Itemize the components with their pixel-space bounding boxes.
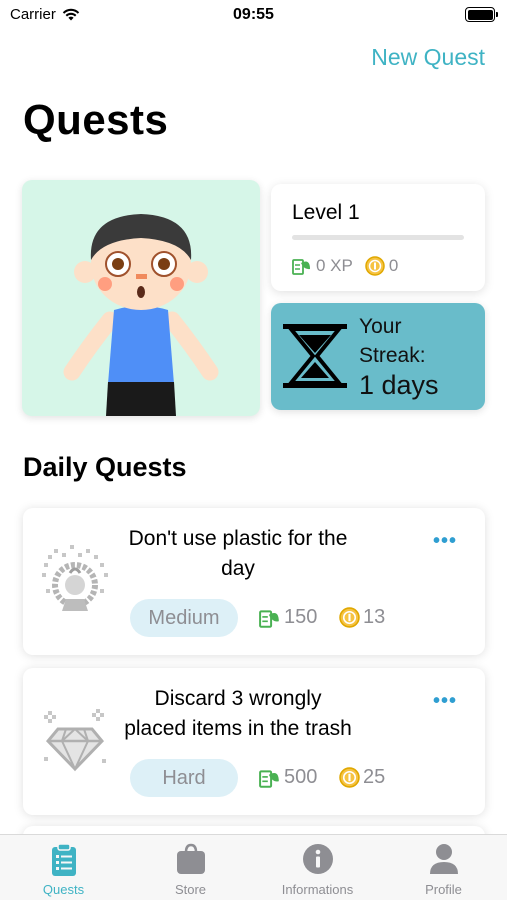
- streak-value: 1 days: [359, 370, 439, 400]
- more-options-icon[interactable]: •••: [433, 530, 457, 553]
- quest-coin-reward: 25: [339, 766, 385, 789]
- diamond-icon: [44, 709, 106, 772]
- streak-card[interactable]: Your Streak: 1 days: [271, 303, 485, 410]
- tab-informations[interactable]: Informations: [254, 835, 381, 900]
- coin-icon: [339, 767, 360, 788]
- avatar-card[interactable]: [22, 180, 260, 416]
- coin-value: 0: [388, 256, 399, 275]
- xp-value: 0 XP: [316, 256, 353, 275]
- streak-label: Your Streak:: [359, 312, 426, 370]
- more-options-icon[interactable]: •••: [433, 690, 457, 713]
- difficulty-badge: Hard: [130, 759, 238, 797]
- clipboard-icon: [51, 843, 76, 876]
- quest-title: Discard 3 wrongly placed items in the tr…: [124, 687, 352, 740]
- info-icon: [302, 844, 333, 874]
- difficulty-badge: Medium: [130, 599, 238, 637]
- level-stats: 0 XP 0: [292, 256, 398, 276]
- plastic-fire-icon: [42, 545, 108, 611]
- coin-icon: [339, 607, 360, 628]
- level-title: Level 1: [292, 201, 360, 224]
- quest-xp-reward: 500: [259, 766, 317, 789]
- xp-icon: [292, 259, 310, 275]
- xp-icon: [259, 609, 279, 628]
- shopping-bag-icon: [176, 843, 205, 874]
- status-time: 09:55: [233, 6, 274, 23]
- tab-label: Store: [174, 882, 207, 897]
- quest-xp-value: 500: [284, 766, 318, 788]
- quest-coin-value: 13: [363, 606, 386, 628]
- quest-title: Don't use plastic for the day: [128, 527, 348, 580]
- page-title: Quests: [23, 96, 169, 143]
- tab-store[interactable]: Store: [127, 835, 254, 900]
- quest-card[interactable]: Don't use plastic for the day ••• Medium…: [23, 508, 485, 655]
- status-bar: Carrier 09:55: [0, 0, 507, 34]
- coin-icon: [365, 256, 385, 276]
- new-quest-button[interactable]: New Quest: [371, 44, 485, 71]
- tab-label: Informations: [281, 882, 354, 897]
- daily-quests-title: Daily Quests: [23, 452, 187, 482]
- xp-progress-bar: [292, 235, 464, 240]
- battery-icon: [465, 7, 498, 22]
- quest-card[interactable]: Discard 3 wrongly placed items in the tr…: [23, 668, 485, 815]
- hourglass-icon: [283, 324, 347, 388]
- tab-profile[interactable]: Profile: [380, 835, 507, 900]
- streak-label-line1: Your: [359, 315, 402, 338]
- tab-quests[interactable]: Quests: [0, 835, 127, 900]
- quest-coin-reward: 13: [339, 606, 385, 629]
- xp-icon: [259, 769, 279, 788]
- avatar-character-icon: [63, 214, 219, 416]
- quest-coin-value: 25: [363, 766, 386, 788]
- tab-label: Profile: [425, 882, 462, 897]
- streak-label-line2: Streak:: [359, 344, 426, 367]
- person-icon: [429, 844, 458, 874]
- quest-xp-value: 150: [284, 606, 318, 628]
- quest-xp-reward: 150: [259, 606, 317, 629]
- tab-bar: Quests Store Informations Profile: [0, 834, 507, 900]
- tab-label: Quests: [42, 882, 85, 897]
- level-card[interactable]: Level 1 0 XP 0: [271, 184, 485, 291]
